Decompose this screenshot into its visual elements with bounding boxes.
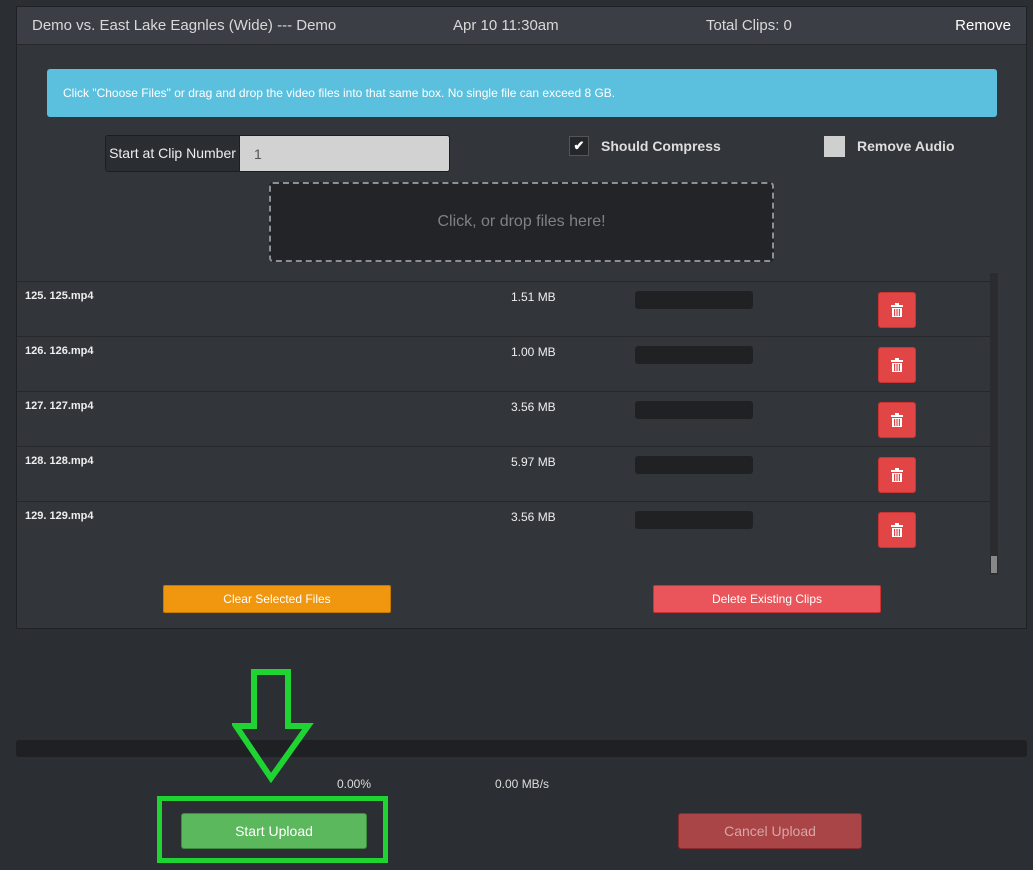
file-row: 128. 128.mp4 5.97 MB [17, 446, 995, 501]
file-size: 3.56 MB [511, 510, 556, 524]
cancel-upload-button[interactable]: Cancel Upload [678, 813, 862, 849]
file-progress-bar [635, 401, 753, 419]
delete-file-button[interactable] [878, 347, 916, 383]
file-list: 125. 125.mp4 1.51 MB 126. 126.mp4 1.00 MB 12… [17, 273, 995, 579]
file-progress-bar [635, 291, 753, 309]
file-name: 125. 125.mp4 [25, 290, 94, 302]
upload-speed: 0.00 MB/s [495, 777, 550, 791]
upload-progress-bar [16, 740, 1027, 757]
file-dropzone[interactable]: Click, or drop files here! [269, 182, 774, 262]
delete-file-button[interactable] [878, 457, 916, 493]
trash-icon [891, 468, 903, 482]
upload-percent: 0.00% [337, 777, 372, 791]
file-list-scrollbar[interactable] [990, 273, 998, 575]
clip-number-group: Start at Clip Number [105, 135, 450, 172]
should-compress-checkbox[interactable]: ✔ Should Compress [569, 136, 721, 156]
delete-file-button[interactable] [878, 402, 916, 438]
file-name: 129. 129.mp4 [25, 510, 94, 522]
clip-number-input[interactable] [240, 136, 449, 171]
file-name: 128. 128.mp4 [25, 455, 94, 467]
file-size: 1.51 MB [511, 290, 556, 304]
start-upload-button[interactable]: Start Upload [181, 813, 367, 849]
file-row: 126. 126.mp4 1.00 MB [17, 336, 995, 391]
scroll-thumb[interactable] [991, 556, 997, 573]
file-size: 5.97 MB [511, 455, 556, 469]
file-progress-bar [635, 511, 753, 529]
game-date: Apr 10 11:30am [453, 17, 559, 34]
remove-link[interactable]: Remove [955, 17, 1011, 34]
delete-file-button[interactable] [878, 512, 916, 548]
game-title: Demo vs. East Lake Eagnles (Wide) --- De… [32, 17, 337, 34]
trash-icon [891, 523, 903, 537]
remove-audio-checkbox[interactable]: Remove Audio [824, 135, 955, 157]
check-icon[interactable]: ✔ [569, 136, 589, 156]
trash-icon [891, 303, 903, 317]
remove-audio-label: Remove Audio [857, 138, 955, 154]
file-row: 125. 125.mp4 1.51 MB [17, 281, 995, 336]
delete-existing-clips-button[interactable]: Delete Existing Clips [653, 585, 881, 613]
delete-file-button[interactable] [878, 292, 916, 328]
down-arrow-icon [232, 669, 314, 784]
unchecked-box[interactable] [824, 135, 845, 157]
trash-icon [891, 413, 903, 427]
file-size: 3.56 MB [511, 400, 556, 414]
file-size: 1.00 MB [511, 345, 556, 359]
clip-number-label: Start at Clip Number [106, 136, 240, 171]
file-progress-bar [635, 456, 753, 474]
upload-panel: Demo vs. East Lake Eagnles (Wide) --- De… [16, 6, 1027, 629]
file-name: 127. 127.mp4 [25, 400, 94, 412]
clear-selected-files-button[interactable]: Clear Selected Files [163, 585, 391, 613]
file-name: 126. 126.mp4 [25, 345, 94, 357]
game-header: Demo vs. East Lake Eagnles (Wide) --- De… [17, 7, 1026, 45]
should-compress-label: Should Compress [601, 138, 721, 154]
info-alert: Click "Choose Files" or drag and drop th… [47, 69, 997, 117]
file-row: 129. 129.mp4 3.56 MB [17, 501, 995, 556]
total-clips: Total Clips: 0 [706, 17, 792, 34]
file-progress-bar [635, 346, 753, 364]
file-row: 127. 127.mp4 3.56 MB [17, 391, 995, 446]
trash-icon [891, 358, 903, 372]
